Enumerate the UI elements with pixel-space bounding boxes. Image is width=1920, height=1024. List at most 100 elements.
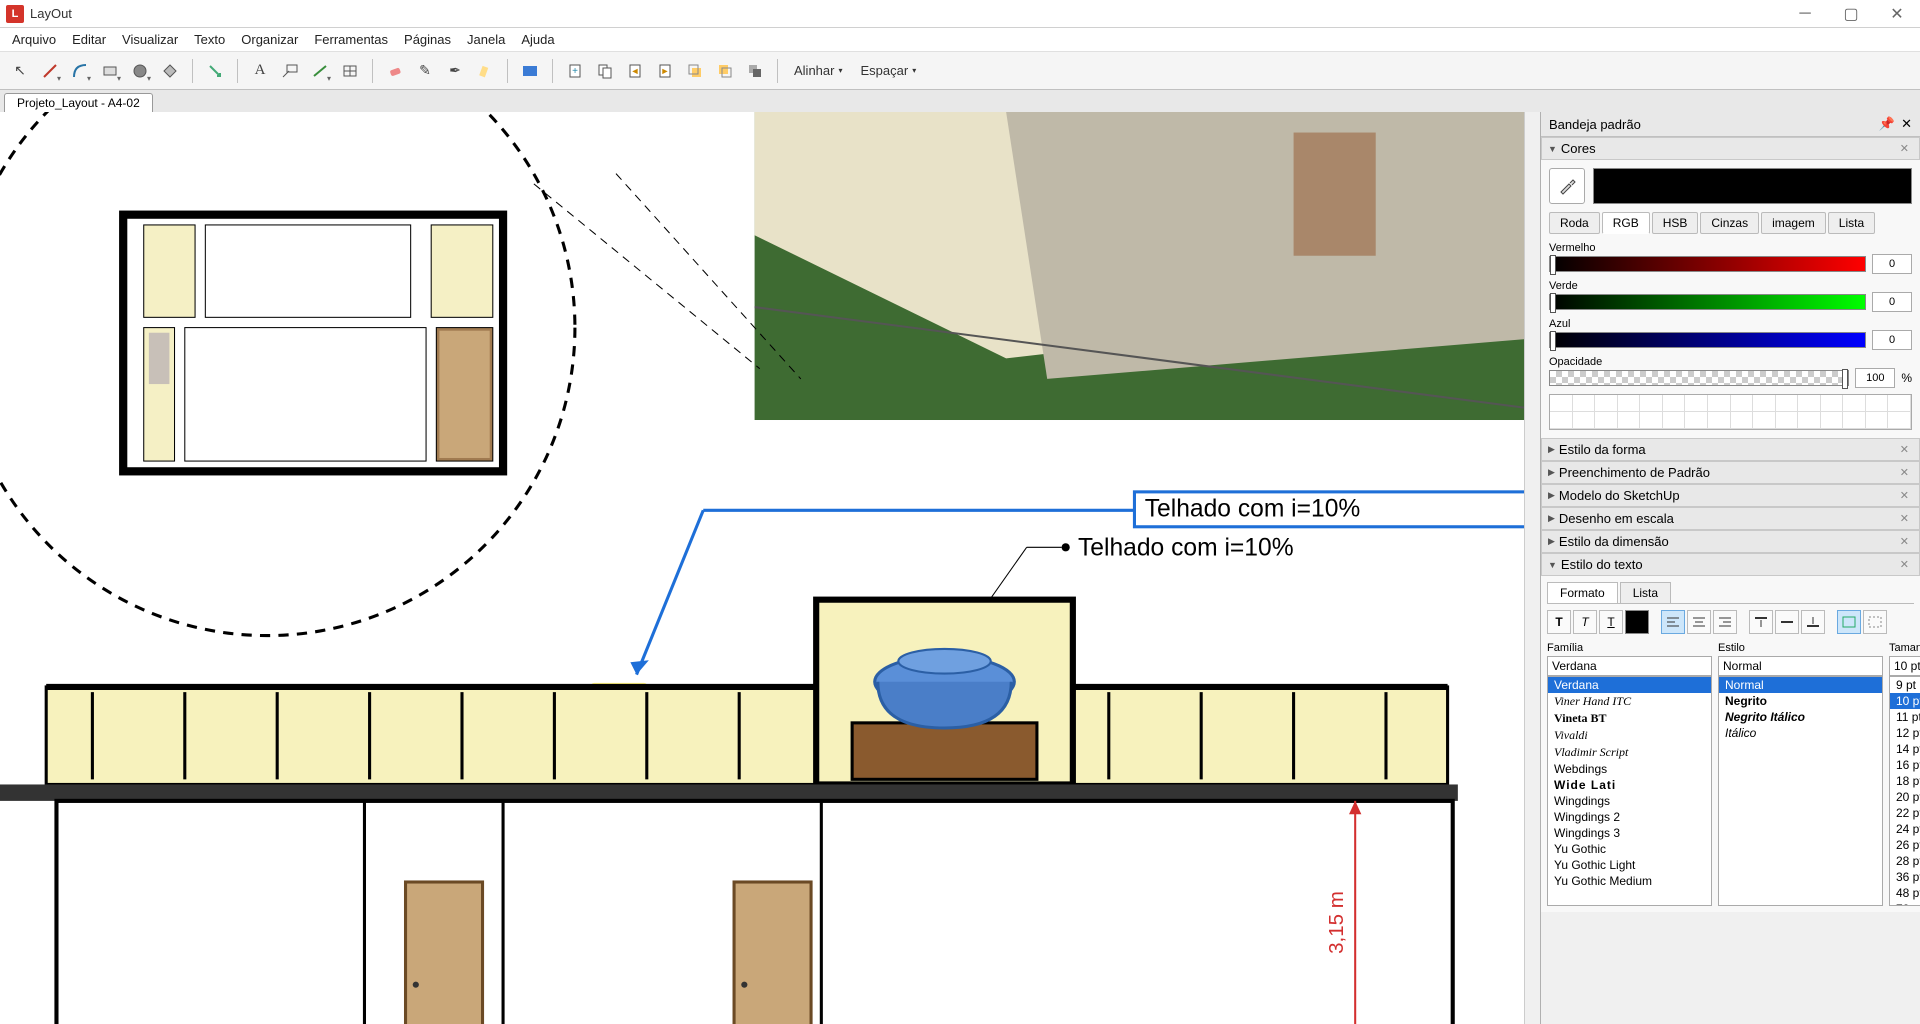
blue-slider[interactable] bbox=[1549, 332, 1866, 348]
menu-ferramentas[interactable]: Ferramentas bbox=[306, 30, 396, 49]
style-tool[interactable] bbox=[201, 57, 229, 85]
send-back-tool[interactable] bbox=[711, 57, 739, 85]
eyedropper-button[interactable] bbox=[1549, 168, 1585, 204]
list-item[interactable]: 14 pt bbox=[1890, 741, 1920, 757]
color-tab-cinzas[interactable]: Cinzas bbox=[1700, 212, 1759, 234]
menu-paginas[interactable]: Páginas bbox=[396, 30, 459, 49]
table-tool[interactable] bbox=[336, 57, 364, 85]
prev-page-tool[interactable]: ◄ bbox=[621, 57, 649, 85]
section-cores[interactable]: ▼ Cores ✕ bbox=[1541, 137, 1920, 160]
estilo-input[interactable] bbox=[1718, 656, 1883, 676]
valign-bottom-button[interactable] bbox=[1801, 610, 1825, 634]
red-slider[interactable] bbox=[1549, 256, 1866, 272]
list-item[interactable]: 10 pt bbox=[1890, 693, 1920, 709]
section-dimensao[interactable]: ▶Estilo da dimensão✕ bbox=[1541, 530, 1920, 553]
list-item[interactable]: Yu Gothic Light bbox=[1548, 857, 1711, 873]
section-preenchimento[interactable]: ▶Preenchimento de Padrão✕ bbox=[1541, 461, 1920, 484]
menu-editar[interactable]: Editar bbox=[64, 30, 114, 49]
red-value[interactable] bbox=[1872, 254, 1912, 274]
document-tab[interactable]: Projeto_Layout - A4-02 bbox=[4, 93, 153, 112]
eraser-tool[interactable] bbox=[381, 57, 409, 85]
add-page-tool[interactable]: + bbox=[561, 57, 589, 85]
list-item[interactable]: 20 pt bbox=[1890, 789, 1920, 805]
minimize-button[interactable]: ─ bbox=[1782, 0, 1828, 28]
list-item[interactable]: 11 pt bbox=[1890, 709, 1920, 725]
align-left-button[interactable] bbox=[1661, 610, 1685, 634]
menu-organizar[interactable]: Organizar bbox=[233, 30, 306, 49]
color-tab-lista[interactable]: Lista bbox=[1828, 212, 1875, 234]
space-menu[interactable]: Espaçar bbox=[852, 59, 924, 82]
opacity-value[interactable] bbox=[1855, 368, 1895, 388]
align-menu[interactable]: Alinhar bbox=[786, 59, 850, 82]
list-item[interactable]: Viner Hand ITC bbox=[1548, 693, 1711, 710]
list-item[interactable]: 48 pt bbox=[1890, 885, 1920, 901]
list-item[interactable]: 36 pt bbox=[1890, 869, 1920, 885]
list-item[interactable]: 72 pt bbox=[1890, 901, 1920, 906]
presentation-tool[interactable] bbox=[516, 57, 544, 85]
arc-tool[interactable] bbox=[66, 57, 94, 85]
underline-button[interactable]: T bbox=[1599, 610, 1623, 634]
text-box-button[interactable] bbox=[1837, 610, 1861, 634]
swatch-grid[interactable] bbox=[1549, 394, 1912, 430]
menu-arquivo[interactable]: Arquivo bbox=[4, 30, 64, 49]
circle-tool[interactable] bbox=[126, 57, 154, 85]
list-item[interactable]: Normal bbox=[1719, 677, 1882, 693]
section-modelo[interactable]: ▶Modelo do SketchUp✕ bbox=[1541, 484, 1920, 507]
tray-close-icon[interactable]: ✕ bbox=[1901, 116, 1912, 132]
list-item[interactable]: 24 pt bbox=[1890, 821, 1920, 837]
list-item[interactable]: Vivaldi bbox=[1548, 727, 1711, 744]
color-tab-roda[interactable]: Roda bbox=[1549, 212, 1600, 234]
text-tool[interactable]: A bbox=[246, 57, 274, 85]
valign-top-button[interactable] bbox=[1749, 610, 1773, 634]
list-item[interactable]: Negrito bbox=[1719, 693, 1882, 709]
tamanho-input[interactable] bbox=[1889, 656, 1920, 676]
next-page-tool[interactable]: ► bbox=[651, 57, 679, 85]
pen-tool[interactable]: ✒ bbox=[441, 57, 469, 85]
bold-button[interactable]: T bbox=[1547, 610, 1571, 634]
tray-pin-icon[interactable]: 📌 bbox=[1879, 116, 1895, 132]
list-item[interactable]: Yu Gothic Medium bbox=[1548, 873, 1711, 889]
list-item[interactable]: 28 pt bbox=[1890, 853, 1920, 869]
estilo-list[interactable]: NormalNegritoNegrito ItálicoItálico bbox=[1718, 676, 1883, 906]
section-close-icon[interactable]: ✕ bbox=[1896, 466, 1913, 479]
list-item[interactable]: Wingdings 2 bbox=[1548, 809, 1711, 825]
section-close-icon[interactable]: ✕ bbox=[1896, 443, 1913, 456]
maximize-button[interactable]: ▢ bbox=[1828, 0, 1874, 28]
list-item[interactable]: 12 pt bbox=[1890, 725, 1920, 741]
valign-middle-button[interactable] bbox=[1775, 610, 1799, 634]
list-item[interactable]: 22 pt bbox=[1890, 805, 1920, 821]
section-desenho[interactable]: ▶Desenho em escala✕ bbox=[1541, 507, 1920, 530]
menu-ajuda[interactable]: Ajuda bbox=[513, 30, 562, 49]
text-color-button[interactable] bbox=[1625, 610, 1649, 634]
vertical-scrollbar[interactable] bbox=[1524, 112, 1540, 1024]
section-texto[interactable]: ▼Estilo do texto✕ bbox=[1541, 553, 1920, 576]
list-item[interactable]: Wingdings bbox=[1548, 793, 1711, 809]
align-center-button[interactable] bbox=[1687, 610, 1711, 634]
menu-visualizar[interactable]: Visualizar bbox=[114, 30, 186, 49]
select-tool[interactable]: ↖ bbox=[6, 57, 34, 85]
section-close-icon[interactable]: ✕ bbox=[1896, 489, 1913, 502]
list-item[interactable]: 9 pt bbox=[1890, 677, 1920, 693]
green-value[interactable] bbox=[1872, 292, 1912, 312]
list-item[interactable]: Verdana bbox=[1548, 677, 1711, 693]
italic-button[interactable]: T bbox=[1573, 610, 1597, 634]
align-right-button[interactable] bbox=[1713, 610, 1737, 634]
list-item[interactable]: Negrito Itálico bbox=[1719, 709, 1882, 725]
canvas[interactable]: ▾ ✕ bbox=[0, 112, 1540, 1024]
highlighter-tool[interactable] bbox=[471, 57, 499, 85]
familia-list[interactable]: VerdanaViner Hand ITCVineta BTVivaldiVla… bbox=[1547, 676, 1712, 906]
list-item[interactable]: Vineta BT bbox=[1548, 710, 1711, 727]
list-item[interactable]: 26 pt bbox=[1890, 837, 1920, 853]
polygon-tool[interactable] bbox=[156, 57, 184, 85]
menu-janela[interactable]: Janela bbox=[459, 30, 513, 49]
rectangle-tool[interactable] bbox=[96, 57, 124, 85]
list-item[interactable]: 18 pt bbox=[1890, 773, 1920, 789]
pencil-tool[interactable]: ✎ bbox=[411, 57, 439, 85]
color-tab-hsb[interactable]: HSB bbox=[1652, 212, 1699, 234]
list-item[interactable]: 16 pt bbox=[1890, 757, 1920, 773]
dimension-tool[interactable] bbox=[306, 57, 334, 85]
green-slider[interactable] bbox=[1549, 294, 1866, 310]
duplicate-page-tool[interactable] bbox=[591, 57, 619, 85]
text-unbox-button[interactable] bbox=[1863, 610, 1887, 634]
color-tab-rgb[interactable]: RGB bbox=[1602, 212, 1650, 234]
